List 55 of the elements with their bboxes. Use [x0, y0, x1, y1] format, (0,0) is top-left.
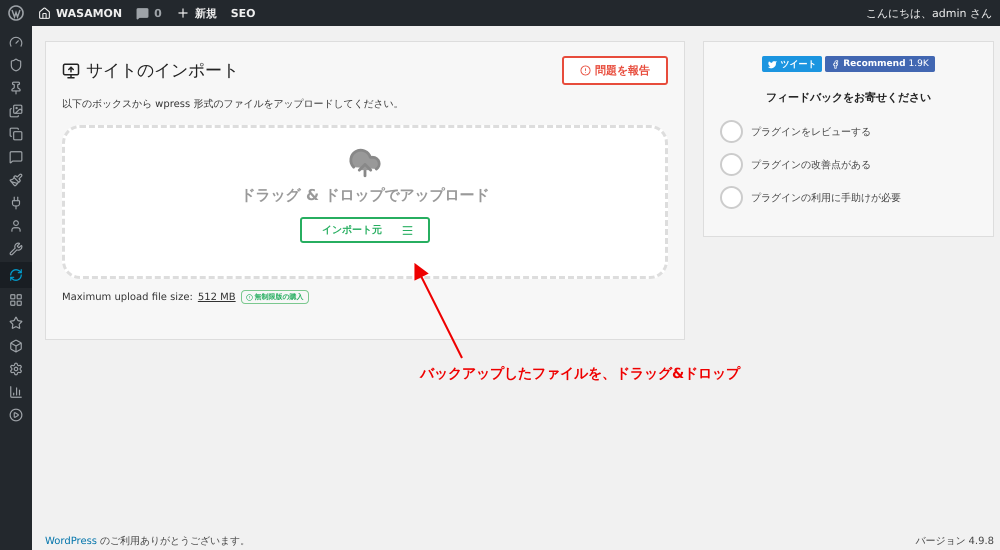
comment-icon [9, 150, 23, 164]
dashboard-icon [9, 34, 23, 48]
version-text: バージョン 4.9.8 [915, 535, 994, 548]
radio-button[interactable] [720, 120, 743, 143]
annotation-text: バックアップしたファイルを、ドラッグ&ドロップ [420, 365, 740, 383]
max-size-label: Maximum upload file size: [62, 292, 193, 302]
drop-text: ドラッグ & ドロップでアップロード [240, 186, 490, 205]
report-button[interactable]: 問題を報告 [562, 56, 668, 85]
play-icon [9, 408, 23, 422]
import-icon [62, 62, 80, 80]
feedback-title: フィードバックをお寄せください [766, 90, 931, 105]
wordpress-logo-icon[interactable] [8, 5, 24, 21]
option-label: プラグインをレビューする [751, 126, 871, 138]
user-icon [9, 218, 23, 232]
tweet-button[interactable]: ツイート [762, 56, 822, 72]
pin-icon [9, 80, 23, 94]
option-label: プラグインの利用に手助けが必要 [751, 192, 901, 204]
alert-icon [246, 294, 253, 300]
wrench-icon [9, 242, 23, 256]
pages-icon [9, 126, 23, 140]
menu-item[interactable] [0, 262, 32, 288]
import-button[interactable]: インポート元 [300, 217, 430, 243]
home-icon [38, 6, 51, 20]
grid-icon [9, 292, 23, 306]
media-icon [9, 104, 23, 118]
comments-link[interactable]: 0 [136, 6, 162, 20]
site-name-link[interactable]: WASAMON [38, 6, 122, 20]
footer-text: WordPress のご利用ありがとうございます。 [45, 534, 250, 548]
plus-icon [176, 6, 190, 20]
max-size-value: 512 MB [198, 292, 236, 302]
option-label: プラグインの改善点がある [751, 158, 871, 172]
instruction-text: 以下のボックスから wpress 形式のファイルをアップロードしてください。 [62, 98, 404, 111]
greeting-link[interactable]: こんにちは、admin さん [866, 6, 992, 20]
brush-icon [9, 172, 23, 186]
star-icon [9, 316, 23, 330]
panel-title: サイトのインポート [86, 60, 239, 82]
menu-icon [401, 224, 414, 236]
radio-button[interactable] [720, 186, 743, 209]
bird-icon [768, 60, 778, 68]
alert-icon [580, 65, 591, 76]
comment-icon [136, 6, 150, 20]
plug-icon [9, 196, 23, 210]
facebook-icon [831, 60, 840, 68]
settings-icon [9, 362, 23, 376]
refresh-icon [9, 268, 23, 282]
drop-zone[interactable]: ドラッグ & ドロップでアップロード インポート元 [62, 125, 668, 279]
recommend-button[interactable]: Recommend 1.9K [825, 56, 935, 72]
seo-link[interactable]: SEO [230, 6, 256, 20]
box-icon [9, 338, 23, 352]
wordpress-link[interactable]: WordPress [45, 536, 98, 547]
new-link[interactable]: 新規 [176, 6, 217, 20]
chart-icon [9, 384, 23, 398]
cloud-upload-icon [348, 146, 382, 180]
shield-icon [9, 58, 23, 72]
radio-button[interactable] [720, 153, 743, 176]
